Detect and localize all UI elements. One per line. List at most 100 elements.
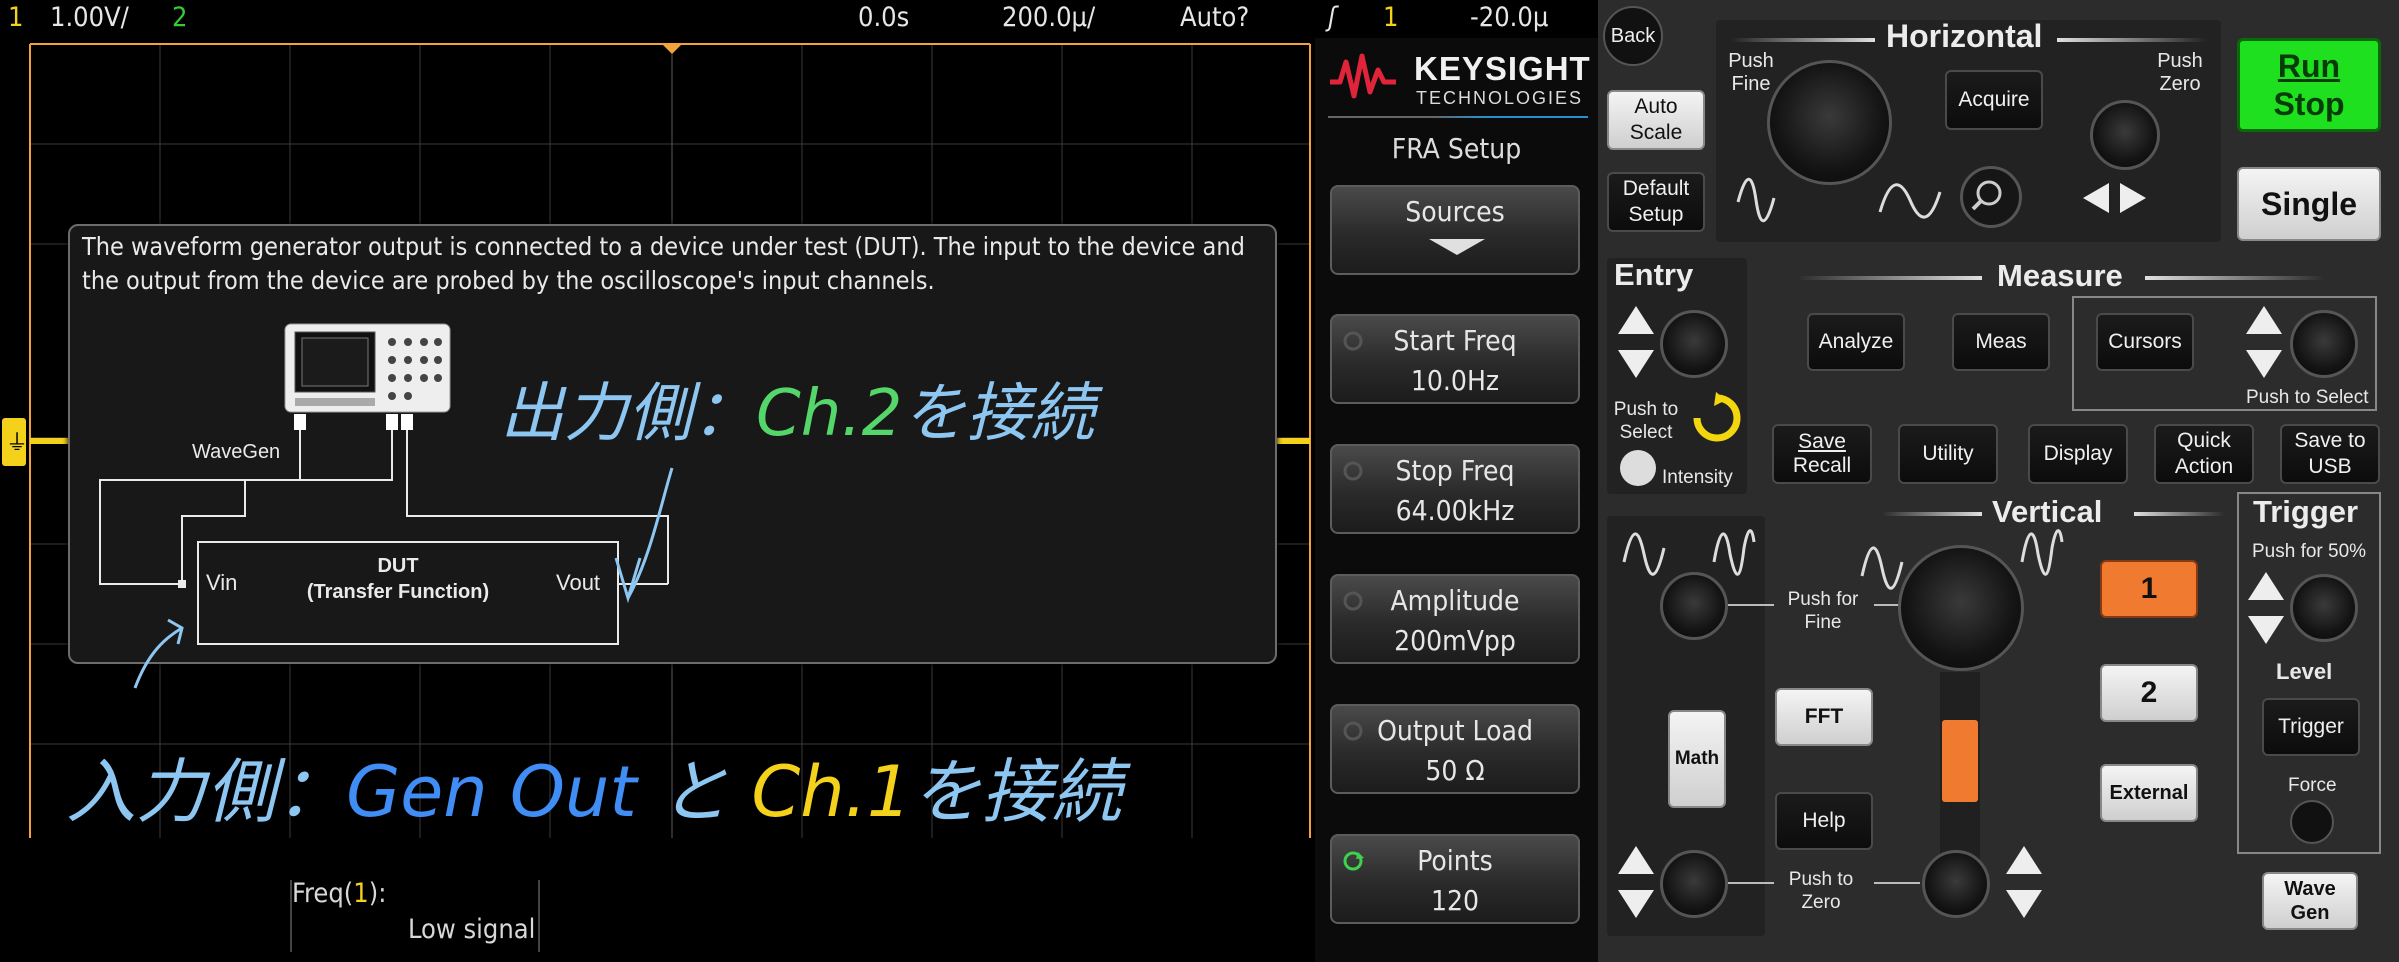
ch2-number[interactable]: 2 [172, 2, 187, 33]
push-for-fine-label: Push for Fine [1787, 589, 1859, 633]
quick-action-button[interactable]: Quick Action [2154, 424, 2254, 484]
run-stop-button[interactable]: Run Stop [2237, 38, 2381, 132]
freq-measurement-value: Low signal [408, 914, 536, 945]
time-delay[interactable]: 0.0s [858, 2, 909, 33]
sine-slow-icon [1622, 532, 1666, 576]
sine-fast-icon [2020, 529, 2064, 576]
softkey-start-freq[interactable]: Start Freq 10.0Hz [1330, 314, 1580, 404]
entry-up-icon[interactable] [1618, 306, 1654, 334]
ch1-number[interactable]: 1 [8, 2, 23, 33]
measure-divider [538, 880, 540, 952]
math-scale-knob[interactable] [1660, 572, 1728, 640]
vertical-position-indicator[interactable] [1942, 720, 1978, 802]
push-fine-label: Push Fine [1728, 50, 1774, 95]
menu-title: FRA Setup [1391, 132, 1522, 165]
single-button[interactable]: Single [2237, 167, 2381, 241]
entry-knob[interactable] [1660, 310, 1728, 378]
utility-button[interactable]: Utility [1898, 424, 1998, 484]
help-button[interactable]: Help [1775, 792, 1873, 850]
vertical-scale-knob[interactable] [1898, 545, 2024, 671]
vertical-down-icon[interactable] [2006, 890, 2042, 918]
back-button[interactable]: Back [1603, 6, 1663, 66]
output-side-annotation: 出力側：Ch.2を接続 [500, 377, 1095, 451]
push-to-select-label: Push to Select [1613, 399, 1679, 443]
push-to-zero-label: Push to Zero [1788, 869, 1854, 913]
vertical-up-icon[interactable] [2006, 846, 2042, 874]
vertical-offset-knob[interactable] [1922, 850, 1990, 918]
push-for-50-label: Push for 50% [2252, 541, 2367, 562]
level-label: Level [2276, 659, 2333, 684]
section-rule [1882, 512, 1982, 516]
math-button[interactable]: Math [1668, 710, 1726, 808]
default-setup-button[interactable]: Default Setup [1607, 172, 1705, 232]
wave-gen-button[interactable]: Wave Gen [2262, 872, 2358, 930]
trigger-source[interactable]: 1 [1383, 2, 1398, 33]
entry-title: Entry [1614, 257, 1694, 292]
trigger-level[interactable]: -20.0µ [1470, 2, 1548, 33]
section-rule [2145, 276, 2325, 280]
freq-measurement-label[interactable]: Freq(1): [292, 878, 386, 909]
display-button[interactable]: Display [2028, 424, 2128, 484]
measure-divider [290, 880, 292, 952]
sine-fast-icon [1878, 183, 1942, 219]
zoom-search-icon[interactable] [1960, 166, 2022, 228]
cursors-knob[interactable] [2290, 310, 2358, 378]
connector-line [1728, 604, 1774, 606]
section-rule [1797, 276, 1982, 280]
sine-slow-icon [1736, 177, 1776, 223]
channel-1-button[interactable]: 1 [2100, 560, 2198, 618]
entry-down-icon[interactable] [1618, 350, 1654, 378]
meas-button[interactable]: Meas [1952, 313, 2050, 371]
horizontal-title: Horizontal [1886, 18, 2043, 54]
trigger-button[interactable]: Trigger [2262, 698, 2360, 756]
trigger-up-icon[interactable] [2248, 572, 2284, 600]
horizontal-position-knob[interactable] [2090, 100, 2160, 170]
horizontal-scale-knob[interactable] [1767, 60, 1892, 185]
math-offset-knob[interactable] [1660, 850, 1728, 918]
select-rotate-icon [1693, 392, 1741, 442]
trigger-level-knob[interactable] [2290, 574, 2358, 642]
trigger-edge-icon: ʃ [1328, 2, 1337, 33]
cursors-button[interactable]: Cursors [2096, 313, 2194, 371]
navigate-left-icon[interactable] [2083, 183, 2109, 213]
trigger-title: Trigger [2253, 494, 2359, 529]
trigger-down-icon[interactable] [2248, 616, 2284, 644]
time-scale[interactable]: 200.0µ/ [1002, 2, 1095, 33]
status-bar: 1 1.00V/ 2 0.0s 200.0µ/ Auto? ʃ 1 -20.0µ [0, 0, 1598, 38]
cursors-push-to-select-label: Push to Select [2246, 387, 2369, 408]
acquire-button[interactable]: Acquire [1945, 70, 2043, 130]
math-down-icon[interactable] [1618, 890, 1654, 918]
cursors-down-icon[interactable] [2246, 350, 2282, 378]
channel-2-button[interactable]: 2 [2100, 664, 2198, 722]
save-recall-button[interactable]: Save Recall [1772, 424, 1872, 484]
force-trigger-button[interactable] [2290, 800, 2334, 844]
save-to-usb-button[interactable]: Save to USB [2280, 424, 2380, 484]
math-up-icon[interactable] [1618, 846, 1654, 874]
force-label: Force [2288, 775, 2337, 796]
keysight-wave-icon [1330, 53, 1396, 99]
softkey-amplitude[interactable]: Amplitude 200mVpp [1330, 574, 1580, 664]
auto-scale-button[interactable]: Auto Scale [1607, 90, 1705, 150]
push-zero-label: Push Zero [2157, 50, 2203, 95]
softkey-sources[interactable]: Sources [1330, 185, 1580, 275]
sine-fast-icon [1712, 529, 1756, 576]
analyze-button[interactable]: Analyze [1807, 313, 1905, 371]
trigger-mode[interactable]: Auto? [1180, 2, 1249, 33]
arrow-down-icon [1429, 239, 1485, 259]
softkey-points[interactable]: Points 120 [1330, 834, 1580, 924]
softkey-output-load[interactable]: Output Load 50 Ω [1330, 704, 1580, 794]
intensity-button[interactable] [1620, 450, 1656, 486]
brand-underline [1328, 116, 1588, 118]
cursors-up-icon[interactable] [2246, 306, 2282, 334]
brand-sub: TECHNOLOGIES [1416, 88, 1584, 108]
connector-line [1728, 882, 1774, 884]
input-side-annotation: 入力側：Gen Out と Ch.1を接続 [66, 751, 1122, 833]
softkey-stop-freq[interactable]: Stop Freq 64.00kHz [1330, 444, 1580, 534]
ch1-scale[interactable]: 1.00V/ [50, 2, 129, 33]
keysight-logo: KEYSIGHT TECHNOLOGIES [1328, 46, 1590, 118]
external-button[interactable]: External [2100, 764, 2198, 822]
navigate-right-icon[interactable] [2120, 183, 2146, 213]
fft-button[interactable]: FFT [1775, 688, 1873, 746]
connector-line [1874, 882, 1920, 884]
intensity-label: Intensity [1662, 467, 1733, 488]
